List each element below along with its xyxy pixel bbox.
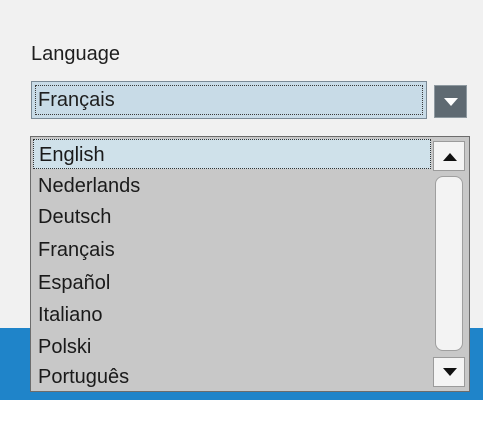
vertical-scrollbar[interactable] [431, 138, 467, 390]
language-options: English Nederlands Deutsch Français Espa… [31, 137, 431, 391]
arrow-up-icon [443, 153, 457, 161]
language-dropdown-list: English Nederlands Deutsch Français Espa… [30, 136, 470, 392]
language-combobox-field[interactable]: Français [31, 81, 427, 119]
option-deutsch[interactable]: Deutsch [33, 202, 431, 232]
dropdown-toggle-button[interactable] [434, 85, 467, 118]
arrow-down-icon [443, 368, 457, 376]
option-polski[interactable]: Polski [33, 332, 431, 362]
scroll-up-button[interactable] [433, 141, 465, 171]
option-espanol[interactable]: Español [33, 268, 431, 298]
language-selected-value: Français [38, 89, 115, 111]
option-italiano[interactable]: Italiano [33, 300, 431, 330]
language-label: Language [31, 43, 120, 65]
option-nederlands[interactable]: Nederlands [33, 171, 431, 201]
language-combobox[interactable]: Français [31, 81, 467, 121]
option-english[interactable]: English [33, 139, 431, 169]
scroll-down-button[interactable] [433, 357, 465, 387]
scrollbar-thumb[interactable] [435, 176, 463, 351]
option-francais[interactable]: Français [33, 235, 431, 265]
option-portugues[interactable]: Português [33, 362, 431, 392]
chevron-down-icon [444, 98, 458, 106]
